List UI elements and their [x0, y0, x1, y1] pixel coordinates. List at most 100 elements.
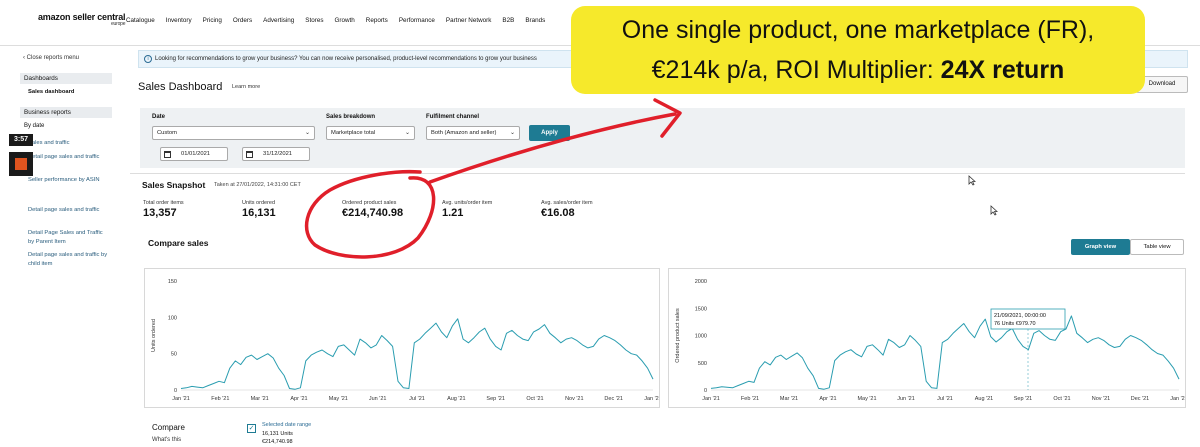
x-tick-label: Jan '22	[1170, 396, 1185, 402]
y-tick-label: 2000	[695, 279, 707, 285]
sidebar-item-detail-page[interactable]: Detail page sales and traffic	[28, 153, 108, 162]
page-title: Sales Dashboard	[138, 81, 223, 93]
sidebar-item-parent-item[interactable]: Detail Page Sales and Traffic by Parent …	[28, 229, 108, 247]
mouse-cursor-icon	[990, 205, 998, 216]
x-tick-label: Jul '21	[937, 396, 953, 402]
chevron-down-icon: ⌄	[304, 130, 310, 136]
series-line[interactable]	[710, 315, 1180, 390]
x-tick-label: Oct '21	[1053, 396, 1070, 402]
metric-label-units-ordered: Units ordered	[242, 200, 276, 206]
callout-text: €214k p/a, ROI Multiplier:	[651, 56, 941, 84]
nav-item-b2b[interactable]: B2B	[502, 17, 514, 24]
nav-item-orders[interactable]: Orders	[233, 17, 252, 24]
selected-range-checkbox[interactable]: ✓	[247, 424, 256, 433]
tooltip-values: 76 Units €979.70	[994, 321, 1036, 327]
info-icon: i	[144, 55, 152, 63]
metric-label-ordered-product-sales: Ordered product sales	[342, 200, 397, 206]
graph-view-button[interactable]: Graph view	[1071, 239, 1130, 255]
nav-item-stores[interactable]: Stores	[305, 17, 323, 24]
y-tick-label: 1000	[695, 334, 707, 340]
selected-date-range-label: Selected date range	[262, 422, 312, 428]
date-select[interactable]: Custom ⌄	[152, 126, 315, 140]
fulfilment-select-value: Both (Amazon and seller)	[431, 130, 497, 136]
metric-value-units-ordered: 16,131	[242, 207, 276, 219]
x-tick-label: Feb '21	[211, 396, 229, 402]
nav-item-catalogue[interactable]: Catalogue	[126, 17, 155, 24]
sales-snapshot-title: Sales Snapshot	[142, 180, 206, 190]
chevron-down-icon: ⌄	[404, 130, 410, 136]
end-date-input[interactable]: 31/12/2021	[242, 147, 310, 161]
snapshot-timestamp: Taken at 27/01/2022, 14:31:00 CET	[214, 182, 301, 188]
calendar-icon	[164, 151, 171, 158]
x-tick-label: Oct '21	[526, 396, 543, 402]
metric-value-avg-sales: €16.08	[541, 207, 575, 219]
whats-this-link[interactable]: What's this	[152, 437, 181, 443]
selected-range-units: 16,131 Units	[262, 431, 293, 437]
sales-breakdown-label: Sales breakdown	[326, 114, 376, 120]
x-tick-label: Mar '21	[251, 396, 269, 402]
x-tick-label: Jun '21	[897, 396, 915, 402]
sidebar-item-sales-dashboard[interactable]: Sales dashboard	[28, 88, 108, 97]
y-tick-label: 100	[168, 315, 177, 321]
apply-button[interactable]: Apply	[529, 125, 570, 141]
x-tick-label: Aug '21	[975, 396, 993, 402]
banner-text: Looking for recommendations to grow your…	[155, 56, 537, 62]
x-tick-label: Jan '21	[172, 396, 190, 402]
start-date-input[interactable]: 01/01/2021	[160, 147, 228, 161]
y-tick-label: 1500	[695, 306, 707, 312]
x-tick-label: Jul '21	[409, 396, 425, 402]
x-tick-label: Nov '21	[1092, 396, 1110, 402]
annotation-callout: One single product, one marketplace (FR)…	[571, 6, 1145, 94]
fulfilment-channel-label: Fulfilment channel	[426, 114, 480, 120]
table-view-button[interactable]: Table view	[1130, 239, 1184, 255]
x-tick-label: Nov '21	[565, 396, 583, 402]
seller-central-logo[interactable]: amazon seller central europe	[38, 12, 126, 27]
y-axis-label: Ordered product sales	[675, 308, 681, 363]
stop-recording-button[interactable]	[9, 152, 33, 176]
nav-item-performance[interactable]: Performance	[399, 17, 435, 24]
x-tick-label: Apr '21	[819, 396, 836, 402]
date-label: Date	[152, 114, 166, 120]
sales-breakdown-select[interactable]: Marketplace total ⌄	[326, 126, 415, 140]
x-tick-label: Feb '21	[741, 396, 759, 402]
sidebar-section-dashboards: Dashboards	[20, 73, 112, 84]
recording-timer: 3:57	[9, 134, 33, 146]
selected-range-sales: €214,740.98	[262, 439, 293, 445]
x-tick-label: Sep '21	[486, 396, 504, 402]
end-date-value: 31/12/2021	[263, 151, 293, 157]
callout-line-1: One single product, one marketplace (FR)…	[621, 16, 1095, 44]
units-ordered-chart: Units ordered 0 50 100 150 Jan '21 Feb '21 Mar …	[151, 279, 662, 402]
x-tick-label: Jan '22	[644, 396, 659, 402]
y-tick-label: 150	[168, 279, 177, 285]
close-reports-menu-link[interactable]: ‹ Close reports menu	[23, 55, 79, 61]
nav-item-reports[interactable]: Reports	[366, 17, 388, 24]
sidebar-item-seller-performance[interactable]: Seller performance by ASIN	[28, 176, 108, 185]
metric-value-total-order-items: 13,357	[143, 207, 177, 219]
x-tick-label: May '21	[329, 396, 348, 402]
sidebar-item-child-item[interactable]: Detail page sales and traffic by child i…	[28, 251, 108, 269]
nav-item-inventory[interactable]: Inventory	[166, 17, 192, 24]
date-select-value: Custom	[157, 130, 177, 136]
sidebar-item-sales-traffic[interactable]: Sales and traffic	[28, 139, 108, 148]
x-tick-label: Jan '21	[702, 396, 720, 402]
nav-item-growth[interactable]: Growth	[334, 17, 354, 24]
nav-item-partner-network[interactable]: Partner Network	[446, 17, 492, 24]
metric-label-total-order-items: Total order items	[143, 200, 184, 206]
ordered-sales-chart: Ordered product sales 0 500 1000 1500 2000 Jan…	[675, 279, 1188, 402]
y-tick-label: 0	[174, 388, 177, 394]
sidebar-by-date: By date	[24, 123, 45, 129]
nav-item-advertising[interactable]: Advertising	[263, 17, 294, 24]
tooltip-date: 21/09/2021, 00:00:00	[994, 313, 1046, 319]
start-date-value: 01/01/2021	[181, 151, 211, 157]
compare-label: Compare	[152, 423, 185, 432]
metric-value-avg-units: 1.21	[442, 207, 464, 219]
nav-item-pricing[interactable]: Pricing	[203, 17, 222, 24]
x-tick-label: Aug '21	[447, 396, 465, 402]
nav-item-brands[interactable]: Brands	[525, 17, 545, 24]
y-tick-label: 0	[704, 388, 707, 394]
series-line[interactable]	[180, 318, 654, 390]
fulfilment-channel-select[interactable]: Both (Amazon and seller) ⌄	[426, 126, 520, 140]
sidebar-item-detail-page-2[interactable]: Detail page sales and traffic	[28, 206, 108, 215]
x-tick-label: Mar '21	[780, 396, 798, 402]
learn-more-link[interactable]: Learn more	[232, 84, 260, 90]
